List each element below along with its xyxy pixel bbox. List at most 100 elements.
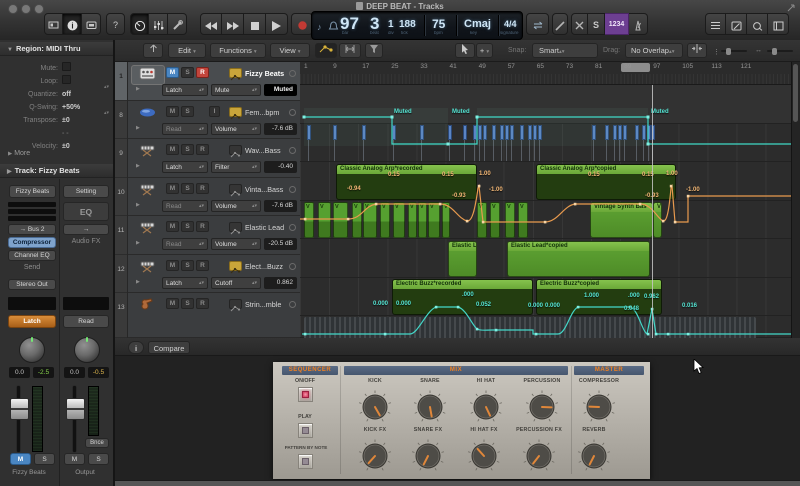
- lane-disclosure-icon[interactable]: ▶: [136, 125, 140, 131]
- knob-percussion[interactable]: [524, 389, 560, 425]
- automation-indicator-icon[interactable]: [229, 260, 242, 273]
- plugin-info-button[interactable]: i: [128, 340, 144, 354]
- knob-kick[interactable]: [357, 389, 393, 425]
- solo-button[interactable]: S: [181, 259, 194, 271]
- record-button[interactable]: R: [196, 182, 209, 194]
- lane-disclosure-icon[interactable]: ▶: [136, 279, 140, 285]
- automation-mode-menu[interactable]: Read ▴▾: [162, 199, 208, 212]
- region[interactable]: V: [318, 202, 331, 238]
- bounce-button[interactable]: Bnce: [85, 438, 109, 448]
- knob-percussion-fx[interactable]: [521, 438, 557, 474]
- solo-button[interactable]: S: [181, 221, 194, 232]
- solo-button[interactable]: S: [181, 144, 194, 155]
- drag-menu[interactable]: No Overlap▴▾: [625, 43, 683, 58]
- automation-value[interactable]: Muted: [264, 84, 297, 96]
- pan-value-left[interactable]: 0.0: [9, 367, 30, 378]
- horizontal-zoom-slider[interactable]: [767, 47, 793, 55]
- track-header-11[interactable]: M S R Elastic Lead ▶ Read ▴▾ Volume ▴▾ -20.5 dB: [128, 216, 300, 255]
- playhead[interactable]: [652, 85, 653, 338]
- scroll-to-selection-button[interactable]: [143, 43, 163, 58]
- play-button[interactable]: [266, 13, 288, 35]
- mute-button-right[interactable]: M: [64, 453, 85, 465]
- midi-fx-slot[interactable]: [8, 216, 56, 221]
- cycle-button[interactable]: [526, 13, 549, 35]
- functions-menu[interactable]: Functions ▾: [210, 43, 266, 58]
- automation-param-menu[interactable]: Filter ▴▾: [211, 161, 261, 173]
- region-param-row[interactable]: - -: [0, 122, 113, 137]
- view-menu[interactable]: View ▾: [270, 43, 310, 58]
- seq-play-button[interactable]: [298, 423, 313, 438]
- region[interactable]: V: [408, 202, 417, 238]
- group-slot[interactable]: [8, 297, 56, 310]
- region[interactable]: V: [505, 202, 515, 238]
- fader-cap-right[interactable]: [66, 398, 85, 420]
- knob-snare[interactable]: [412, 389, 448, 425]
- solo-button-right[interactable]: S: [88, 453, 109, 465]
- fader-cap-left[interactable]: [10, 398, 29, 420]
- region-more-toggle[interactable]: ▶ More: [8, 150, 30, 157]
- knob-hi-hat-fx[interactable]: [466, 438, 502, 474]
- quick-help-button[interactable]: ?: [106, 13, 125, 35]
- automation-value[interactable]: -0.40: [264, 161, 297, 173]
- secondary-tool-menu[interactable]: + ▾: [476, 43, 493, 58]
- lane-disclosure-icon[interactable]: ▶: [136, 163, 140, 169]
- automation-indicator-icon[interactable]: [229, 106, 242, 119]
- snap-menu[interactable]: Smart▴▾: [532, 43, 598, 58]
- input-icon-button[interactable]: →: [63, 224, 109, 235]
- record-button[interactable]: [291, 13, 313, 35]
- automation-value[interactable]: -7.6 dB: [264, 199, 297, 212]
- autopunch-button[interactable]: [552, 13, 568, 35]
- record-button[interactable]: R: [196, 298, 209, 309]
- automation-param-menu[interactable]: Volume ▴▾: [211, 199, 261, 212]
- strings-region-sliver[interactable]: [304, 317, 756, 338]
- channel-setting-button[interactable]: Setting: [63, 185, 109, 198]
- automation-indicator-icon[interactable]: [229, 145, 242, 158]
- pan-value-right[interactable]: 0.0: [64, 367, 85, 378]
- pan-knob-right[interactable]: [74, 337, 100, 363]
- solo-button[interactable]: S: [588, 13, 605, 35]
- midi-fx-slot[interactable]: [8, 209, 56, 214]
- insert-channel-eq[interactable]: Channel EQ: [8, 250, 56, 261]
- lcd-display[interactable]: ♪ 97 3 1 188 bar beat div tick 75 bpm Cm…: [311, 11, 523, 40]
- region[interactable]: Elastic L: [448, 240, 477, 277]
- mute-button[interactable]: M: [166, 144, 179, 155]
- insert-compressor[interactable]: Compressor: [8, 237, 56, 248]
- track-filter-button[interactable]: [365, 43, 383, 58]
- automation-indicator-icon[interactable]: [229, 299, 242, 312]
- forward-button[interactable]: [222, 13, 244, 35]
- automation-param-menu[interactable]: Mute ▴▾: [211, 84, 261, 96]
- mute-button[interactable]: M: [166, 259, 179, 271]
- region[interactable]: V: [352, 202, 362, 238]
- group-slot[interactable]: [63, 297, 109, 310]
- rewind-button[interactable]: [200, 13, 222, 35]
- output-button[interactable]: Stereo Out: [8, 279, 56, 290]
- compare-button[interactable]: Compare: [148, 340, 190, 354]
- track-lane-8[interactable]: [300, 124, 791, 162]
- mute-button[interactable]: M: [166, 298, 179, 309]
- track-inspector-header[interactable]: ▶ Track: Fizzy Beats: [0, 164, 113, 178]
- mute-button-left[interactable]: M: [10, 453, 31, 465]
- automation-toggle-button[interactable]: [315, 43, 337, 58]
- solo-button[interactable]: S: [181, 67, 194, 78]
- automation-value[interactable]: -20.5 dB: [264, 238, 297, 250]
- region[interactable]: V: [477, 202, 487, 238]
- record-button[interactable]: R: [196, 259, 209, 271]
- automation-value[interactable]: 0.862: [264, 276, 297, 289]
- automation-mode-menu[interactable]: Latch ▴▾: [162, 276, 208, 289]
- catch-playhead-button[interactable]: [687, 43, 707, 58]
- solo-button-left[interactable]: S: [34, 453, 55, 465]
- automation-mode-menu[interactable]: Read ▴▾: [162, 122, 208, 135]
- region-param-row[interactable]: Velocity: ±0: [0, 135, 113, 150]
- region[interactable]: V: [518, 202, 528, 238]
- region-param-row[interactable]: Quantize: off ▴▾: [0, 83, 113, 98]
- region-param-row[interactable]: Transpose: ±0 ▴▾: [0, 109, 113, 124]
- automation-indicator-icon[interactable]: [229, 222, 242, 235]
- quick-help-hide-button[interactable]: [82, 13, 101, 35]
- seq-on/off-button[interactable]: [298, 387, 313, 402]
- browsers-button[interactable]: [768, 13, 789, 35]
- mute-button[interactable]: M: [166, 105, 179, 117]
- region-inspector-header[interactable]: ▼ Region: MIDI Thru: [0, 42, 113, 56]
- region-param-row[interactable]: Q-Swing: +50%: [0, 96, 113, 111]
- track-header-10[interactable]: M S R Vinta...Bass ▶ Read ▴▾ Volume ▴▾ -7.6 dB: [128, 177, 300, 216]
- region[interactable]: V: [653, 202, 662, 238]
